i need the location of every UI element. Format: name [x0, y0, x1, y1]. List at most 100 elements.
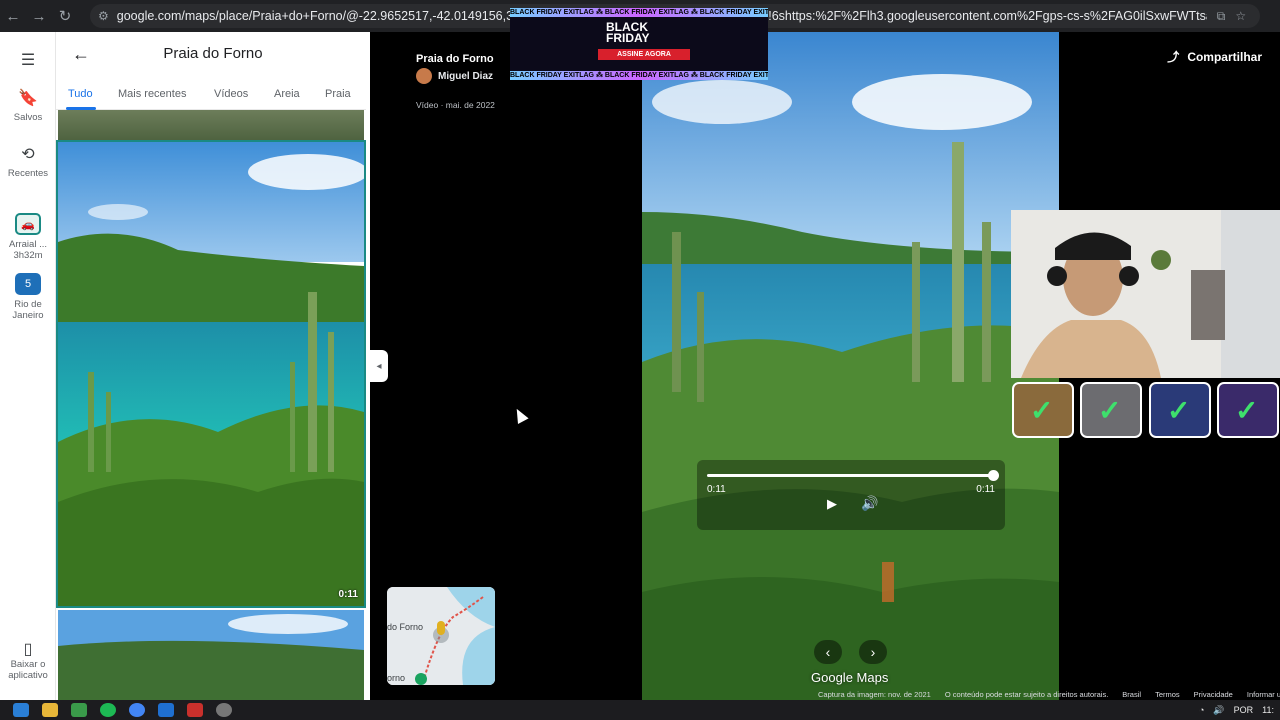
next-arrow-icon[interactable]: › [859, 640, 887, 664]
volume-icon[interactable]: 🔊 [861, 495, 878, 512]
previous-arrow-icon[interactable]: ‹ [814, 640, 842, 664]
seek-bar[interactable] [707, 474, 993, 477]
share-button[interactable]: ⤴ Compartilhar [1167, 48, 1262, 65]
check-icon: ✓ [1098, 395, 1122, 426]
minimap-label: do Forno [387, 622, 424, 632]
video-duration: 0:11 [338, 589, 358, 600]
photo-thumbnail[interactable] [58, 110, 364, 140]
reload-icon[interactable]: ↻ [52, 3, 78, 29]
file-explorer-icon[interactable] [42, 703, 58, 717]
photo-thumbnail[interactable] [58, 610, 364, 700]
taskbar: ◔ 🔊 POR 11: [0, 700, 1280, 720]
system-tray: ◔ 🔊 POR 11: [1199, 700, 1274, 720]
volume-tray-icon[interactable]: 🔊 [1213, 705, 1224, 716]
google-maps-brand: Google Maps [811, 670, 889, 685]
rail-rio-label: Rio de Janeiro [12, 299, 44, 321]
rail-download-app[interactable]: ▯ Baixar o aplicativo [0, 641, 56, 682]
rail-arraial-label: Arraial ... [8, 239, 47, 250]
seek-handle[interactable] [988, 470, 999, 481]
open-in-app-icon[interactable]: ⧉ [1217, 9, 1226, 24]
app-icon[interactable] [158, 703, 174, 717]
history-icon: ⟲ [21, 146, 35, 163]
ad-banner[interactable]: BLACK FRIDAY EXITLAG ⁂ BLACK FRIDAY EXIT… [510, 8, 768, 80]
bookmark-icon: 🔖 [18, 90, 38, 107]
achievement-badges: ✓ ✓ ✓ ✓ [1010, 380, 1280, 438]
mouse-cursor [511, 406, 529, 424]
video-frame-image [642, 32, 1059, 700]
highway-shield-icon: 5 [15, 273, 41, 295]
video-controls: 0:11 0:11 ▶ 🔊 [697, 460, 1005, 530]
language-indicator[interactable]: POR [1234, 705, 1254, 715]
clock[interactable]: 11: [1262, 705, 1274, 715]
rail-recents-label: Recentes [7, 168, 49, 179]
collapse-panel-button[interactable]: ◂ [370, 350, 388, 382]
beach-scene-image [58, 142, 364, 606]
phone-icon: ▯ [23, 641, 33, 658]
play-icon[interactable]: ▶ [827, 496, 837, 512]
panel-title: Praia do Forno [163, 45, 263, 62]
wifi-icon[interactable]: ◔ [1199, 705, 1204, 715]
country-link[interactable]: Brasil [1122, 690, 1141, 699]
share-label: Compartilhar [1187, 49, 1262, 64]
panel-header: ← Praia do Forno [56, 32, 370, 76]
badge-4: ✓ [1217, 382, 1279, 438]
chrome-icon[interactable] [129, 703, 145, 717]
share-icon: ⤴ [1167, 50, 1180, 64]
report-link[interactable]: Informar um [1247, 690, 1280, 699]
minimap-label: orno [387, 673, 406, 683]
rail-saved[interactable]: 🔖 Salvos [0, 88, 56, 123]
viewer-place-name[interactable]: Praia do Forno [416, 53, 495, 65]
obs-icon[interactable] [216, 703, 232, 717]
video-player[interactable] [642, 32, 1059, 700]
check-icon: ✓ [1167, 395, 1191, 426]
webcam-overlay [1011, 210, 1280, 378]
beach-scene-image [58, 610, 364, 700]
rail-arraial[interactable]: 🚗 Arraial ... 3h32m [0, 213, 56, 261]
rail-saved-label: Salvos [13, 112, 43, 123]
tab-all[interactable]: Tudo [68, 88, 93, 100]
selected-video-thumbnail[interactable]: 0:11 [56, 140, 366, 608]
author-name: Miguel Diaz [438, 70, 494, 82]
badge-2: ✓ [1080, 382, 1142, 438]
minimap-image [387, 587, 495, 685]
capture-date: Vídeo · mai. de 2022 [416, 100, 495, 110]
rail-rio[interactable]: 5 Rio de Janeiro [0, 273, 56, 321]
spotify-icon[interactable] [100, 703, 116, 717]
ad-cta-button[interactable]: ASSINE AGORA [598, 49, 690, 60]
ad-ticker: BLACK FRIDAY EXITLAG ⁂ BLACK FRIDAY EXIT… [510, 8, 768, 17]
photo-tabs: Tudo Mais recentes Vídeos Areia Praia [56, 76, 370, 110]
footer-links: Captura da imagem: nov. de 2021 O conteú… [818, 690, 1280, 699]
start-icon[interactable] [13, 703, 29, 717]
side-rail: ☰ 🔖 Salvos ⟲ Recentes 🚗 Arraial ... 3h32… [0, 32, 56, 700]
current-time: 0:11 [707, 484, 726, 495]
privacy-link[interactable]: Privacidade [1194, 690, 1233, 699]
forward-icon[interactable]: → [26, 3, 52, 29]
author-link[interactable]: Miguel Diaz [416, 68, 495, 84]
minimap[interactable]: do Forno orno [387, 587, 495, 685]
viewer-info: Praia do Forno Miguel Diaz Vídeo · mai. … [416, 53, 495, 110]
site-settings-icon[interactable]: ⚙ [98, 9, 109, 23]
tab-recent[interactable]: Mais recentes [118, 88, 186, 100]
app-icon[interactable] [187, 703, 203, 717]
rail-recents[interactable]: ⟲ Recentes [0, 144, 56, 179]
streamer-image [1011, 210, 1280, 378]
rail-arraial-sub: 3h32m [13, 250, 43, 261]
ad-logo: BLACK FRIDAY [606, 21, 650, 45]
app-icon[interactable] [71, 703, 87, 717]
back-icon[interactable]: ← [0, 3, 26, 29]
tab-sand[interactable]: Areia [274, 88, 300, 100]
tab-beach[interactable]: Praia [325, 88, 351, 100]
car-icon: 🚗 [15, 213, 41, 235]
tab-videos[interactable]: Vídeos [214, 88, 248, 100]
menu-icon[interactable]: ☰ [0, 50, 56, 74]
ad-ticker: BLACK FRIDAY EXITLAG ⁂ BLACK FRIDAY EXIT… [510, 71, 768, 80]
capture-info: Captura da imagem: nov. de 2021 [818, 690, 931, 699]
check-icon: ✓ [1030, 395, 1054, 426]
copyright-notice: O conteúdo pode estar sujeito a direitos… [944, 690, 1109, 699]
terms-link[interactable]: Termos [1155, 690, 1180, 699]
bookmark-star-icon[interactable]: ☆ [1235, 9, 1246, 23]
ad-line2: FRIDAY [606, 31, 650, 45]
photos-panel: ← Praia do Forno Tudo Mais recentes Víde… [56, 32, 370, 700]
badge-3: ✓ [1149, 382, 1211, 438]
avatar [416, 68, 432, 84]
